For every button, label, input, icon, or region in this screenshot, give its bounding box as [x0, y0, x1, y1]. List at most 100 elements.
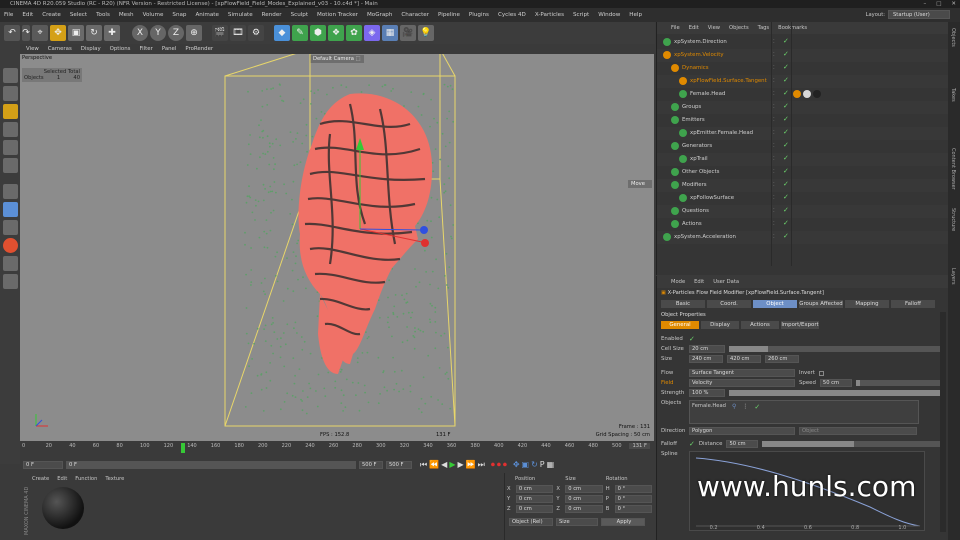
frame-range-slider[interactable]: 0 F [66, 461, 356, 469]
enable-check-icon[interactable]: ✓ [783, 61, 789, 74]
menu-character[interactable]: Character [401, 12, 429, 18]
object-row[interactable]: Generators ⁚ ✓ [657, 140, 949, 153]
prev-frame-icon[interactable]: ◀ [441, 460, 447, 470]
key-rotation-icon[interactable]: ↻ [531, 460, 538, 470]
distance-slider[interactable] [762, 441, 945, 447]
visibility-dots-icon[interactable]: ⁚ [773, 49, 775, 62]
cube-primitive-icon[interactable]: ◆ [274, 25, 290, 41]
attr-tab-falloff[interactable]: Falloff [891, 300, 935, 308]
visibility-dots-icon[interactable]: ⁚ [773, 36, 775, 49]
key-pla-icon[interactable]: ▦ [547, 460, 555, 470]
apply-button[interactable]: Apply [601, 518, 645, 526]
speed-slider[interactable] [855, 380, 945, 386]
enable-snap-icon[interactable] [2, 220, 18, 235]
menu-mograph[interactable]: MoGraph [367, 12, 392, 18]
menu-render[interactable]: Render [262, 12, 282, 18]
menu-create[interactable]: Create [42, 12, 61, 18]
coord-position-field[interactable]: 0 cm [515, 495, 554, 503]
start-frame-field[interactable]: 0 F [23, 461, 63, 469]
rotate-tool-icon[interactable]: ↻ [86, 25, 102, 41]
z-axis-icon[interactable]: Z [168, 25, 184, 41]
enable-check-icon[interactable]: ✓ [783, 230, 789, 243]
material-menu-texture[interactable]: Texture [105, 476, 124, 482]
render-settings-icon[interactable]: ⚙ [248, 25, 264, 41]
objmgr-menu-objects[interactable]: Objects [729, 25, 749, 31]
invert-checkbox[interactable] [818, 370, 824, 376]
solo-icon[interactable] [2, 238, 18, 253]
first-frame-icon[interactable]: ⏮ [420, 460, 427, 470]
cellsize-field[interactable]: 20 cm [689, 345, 725, 353]
pen-spline-icon[interactable]: ✎ [292, 25, 308, 41]
coord-position-field[interactable]: 0 cm [515, 505, 554, 513]
enable-check-icon[interactable]: ✓ [783, 74, 789, 87]
menu-motion-tracker[interactable]: Motion Tracker [317, 12, 358, 18]
objmgr-menu-bookmarks[interactable]: Bookmarks [778, 25, 807, 31]
record-icon[interactable]: ⏺ [491, 460, 495, 470]
menu-simulate[interactable]: Simulate [228, 12, 253, 18]
visibility-dots-icon[interactable]: ⁚ [773, 101, 775, 114]
size-z-field[interactable]: 260 cm [765, 355, 799, 363]
y-axis-icon[interactable]: Y [150, 25, 166, 41]
tweak-mode-icon[interactable] [2, 202, 18, 217]
menu-script[interactable]: Script [573, 12, 589, 18]
enable-check-icon[interactable]: ✓ [783, 152, 789, 165]
subdivision-icon[interactable]: ⬢ [310, 25, 326, 41]
prev-key-icon[interactable]: ⏪ [429, 460, 439, 470]
attr-subtab-import-export[interactable]: Import/Export [781, 321, 819, 329]
objmgr-menu-tags[interactable]: Tags [758, 25, 769, 31]
visibility-dots-icon[interactable]: ⁚ [773, 88, 775, 101]
layout-dropdown[interactable]: Startup (User) [888, 10, 950, 19]
attr-scrollbar[interactable] [940, 312, 946, 532]
attr-tab-coord-[interactable]: Coord. [707, 300, 751, 308]
attr-subtab-actions[interactable]: Actions [741, 321, 779, 329]
coord-size-field[interactable]: 0 cm [565, 505, 603, 513]
speed-field[interactable]: 50 cm [819, 379, 852, 387]
visibility-dots-icon[interactable]: ⁚ [773, 218, 775, 231]
key-scale-icon[interactable]: ▣ [522, 460, 530, 470]
viewport-menu-display[interactable]: Display [81, 46, 101, 52]
visibility-dots-icon[interactable]: ⁚ [773, 231, 775, 244]
attr-menu-edit[interactable]: Edit [694, 279, 704, 285]
last-frame-icon[interactable]: ⏭ [478, 460, 485, 470]
enable-check-icon[interactable]: ✓ [783, 35, 789, 48]
visibility-dots-icon[interactable]: ⁚ [773, 75, 775, 88]
enable-check-icon[interactable]: ✓ [783, 165, 789, 178]
material-swatch[interactable] [42, 487, 84, 529]
enable-check-icon[interactable]: ✓ [783, 139, 789, 152]
menu-cycles-4d[interactable]: Cycles 4D [498, 12, 526, 18]
coord-mode-dropdown[interactable]: Object (Rel) [509, 518, 553, 526]
key-param-icon[interactable]: P [540, 460, 545, 470]
menu-animate[interactable]: Animate [195, 12, 218, 18]
menu-select[interactable]: Select [70, 12, 87, 18]
next-frame-icon[interactable]: ▶ [457, 460, 463, 470]
field-dropdown[interactable]: Velocity [689, 379, 795, 387]
enable-check-icon[interactable]: ✓ [783, 48, 789, 61]
object-row[interactable]: Dynamics ⁚ ✓ [657, 62, 949, 75]
coord-position-field[interactable]: 0 cm [515, 485, 554, 493]
object-row[interactable]: Questions ⁚ ✓ [657, 205, 949, 218]
enable-check-icon[interactable]: ✓ [783, 217, 789, 230]
coord-size-field[interactable]: 0 cm [565, 485, 603, 493]
viewport-menu-options[interactable]: Options [110, 46, 131, 52]
object-row[interactable]: xpSystem.Acceleration ⁚ ✓ [657, 231, 949, 244]
maximize-icon[interactable]: □ [936, 0, 941, 8]
direction-dropdown[interactable]: Polygon [689, 427, 795, 435]
axis-mode-icon[interactable] [2, 184, 18, 199]
coord-size-field[interactable]: 0 cm [565, 495, 603, 503]
object-row[interactable]: xpSystem.Direction ⁚ ✓ [657, 36, 949, 49]
enable-check-icon[interactable]: ✓ [783, 87, 789, 100]
size-y-field[interactable]: 420 cm [727, 355, 761, 363]
object-row[interactable]: Modifiers ⁚ ✓ [657, 179, 949, 192]
enabled-checkbox[interactable]: ✓ [689, 335, 695, 343]
visibility-dots-icon[interactable]: ⁚ [773, 153, 775, 166]
viewport-menu-prorender[interactable]: ProRender [185, 46, 213, 52]
object-row[interactable]: xpSystem.Velocity ⁚ ✓ [657, 49, 949, 62]
texture-mode-icon[interactable] [2, 86, 18, 101]
right-tab-takes[interactable]: Takes [948, 82, 958, 142]
menu-snap[interactable]: Snap [172, 12, 186, 18]
visibility-dots-icon[interactable]: ⁚ [773, 114, 775, 127]
play-icon[interactable]: ▶ [449, 460, 455, 470]
end-frame-field[interactable]: 500 F [359, 461, 383, 469]
menu-sculpt[interactable]: Sculpt [291, 12, 308, 18]
menu-pipeline[interactable]: Pipeline [438, 12, 460, 18]
